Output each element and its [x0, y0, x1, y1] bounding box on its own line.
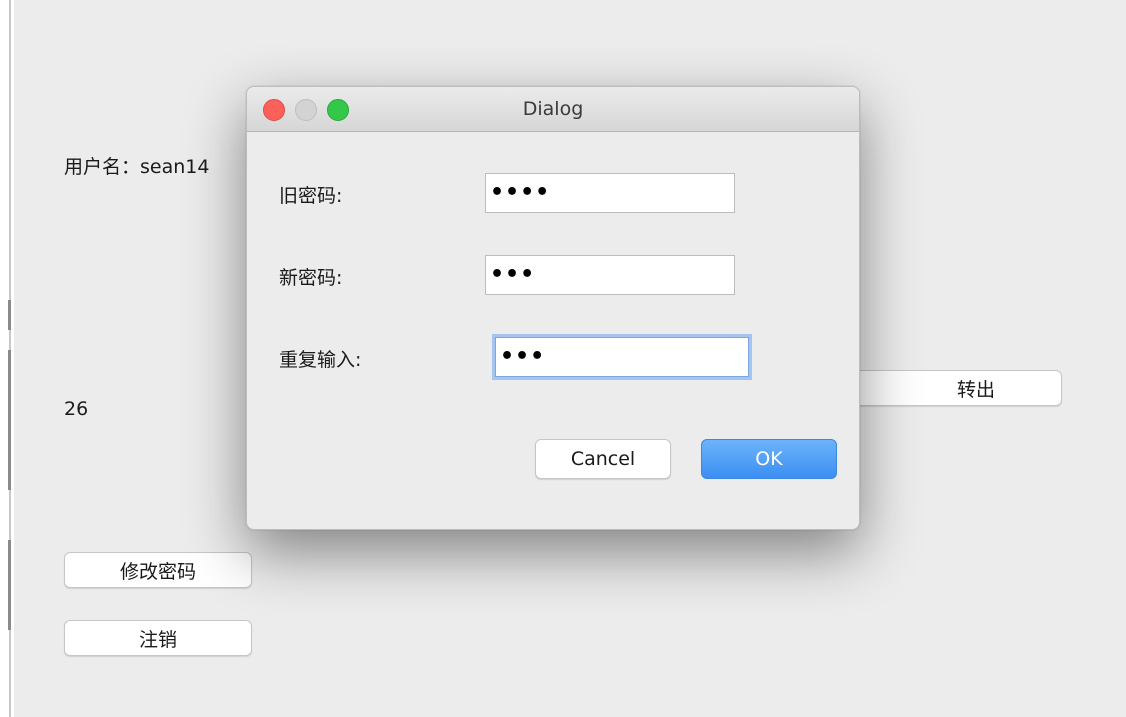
app-window: 用户名：sean14 26 转出 修改密码 注销 Dialog 旧密码: •••… [0, 0, 1126, 717]
cancel-label: Cancel [570, 448, 636, 470]
dialog-titlebar[interactable]: Dialog [247, 87, 859, 132]
window-left-edge [0, 0, 14, 717]
old-password-label: 旧密码: [279, 185, 343, 207]
old-password-field[interactable]: •••• [485, 173, 735, 213]
dialog-title: Dialog [522, 98, 584, 120]
ok-label: OK [755, 448, 783, 470]
window-divider-segment [8, 540, 11, 630]
repeat-password-field[interactable]: ••• [495, 337, 749, 377]
change-password-button[interactable]: 修改密码 [64, 552, 252, 588]
ok-button[interactable]: OK [701, 439, 837, 479]
logout-button[interactable]: 注销 [64, 620, 252, 656]
new-password-field[interactable]: ••• [485, 255, 735, 295]
window-divider-segment [8, 350, 11, 490]
change-password-label: 修改密码 [119, 560, 196, 583]
logout-label: 注销 [138, 628, 177, 651]
change-password-dialog: Dialog 旧密码: •••• 新密码: ••• 重复输入: ••• Canc… [246, 86, 860, 530]
transfer-out-label: 转出 [956, 378, 995, 401]
cancel-button[interactable]: Cancel [535, 439, 671, 479]
repeat-password-label: 重复输入: [279, 349, 362, 371]
new-password-label: 新密码: [279, 267, 343, 289]
balance-value: 26 [64, 398, 89, 420]
window-divider-segment [8, 300, 11, 330]
username-label: 用户名：sean14 [64, 156, 210, 178]
